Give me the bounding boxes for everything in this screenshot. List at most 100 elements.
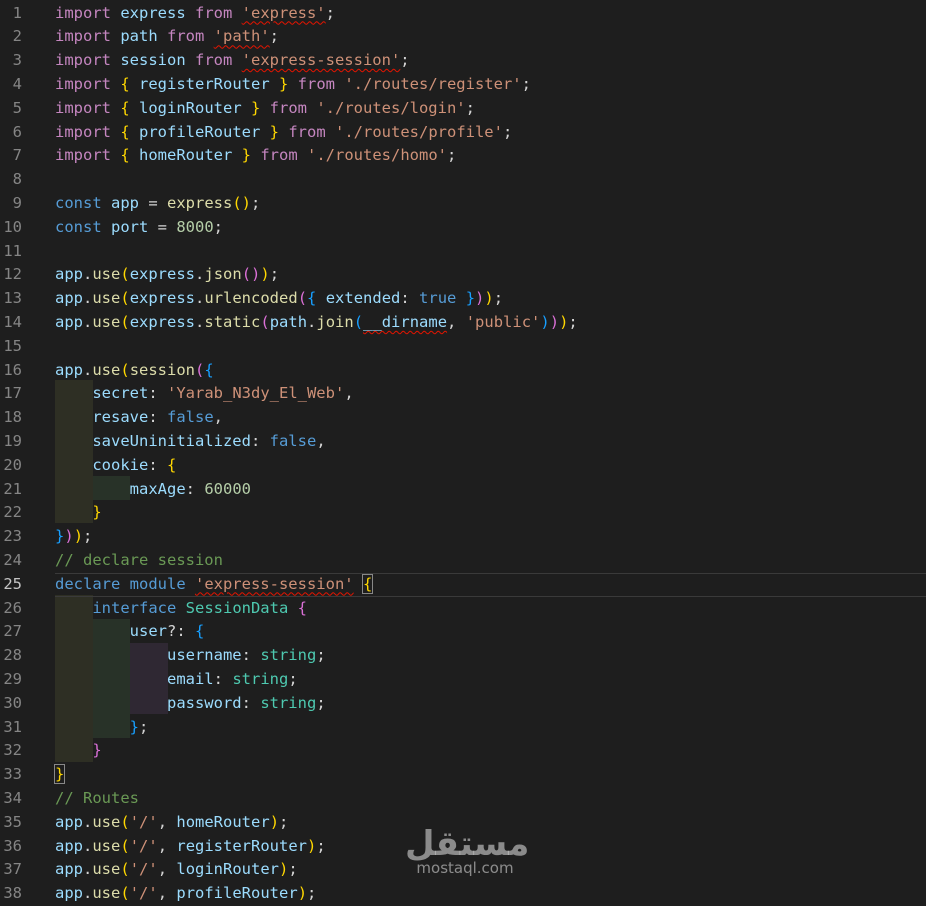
code-line[interactable]: 6 import { profileRouter } from './routes… <box>0 121 926 145</box>
code-line[interactable]: 5 import { loginRouter } from './routes/l… <box>0 97 926 121</box>
code-line[interactable]: 30 password: string; <box>0 692 926 716</box>
code-text: import { homeRouter } from './routes/hom… <box>55 144 456 168</box>
code-line[interactable]: 9 const app = express(); <box>0 192 926 216</box>
code-text: app.use('/', homeRouter); <box>55 811 288 835</box>
code-line[interactable]: 18 resave: false, <box>0 406 926 430</box>
code-token: 'Yarab_N3dy_El_Web' <box>167 384 345 403</box>
code-line[interactable]: 19 saveUninitialized: false, <box>0 430 926 454</box>
code-token: urlencoded <box>204 289 298 308</box>
code-line[interactable]: 24 // declare session <box>0 549 926 573</box>
line-number: 12 <box>3 265 22 284</box>
code-line[interactable]: 13 app.use(express.urlencoded({ extended:… <box>0 287 926 311</box>
code-token: () <box>232 193 251 212</box>
code-token: } <box>250 98 270 117</box>
code-line[interactable]: 25 declare module 'express-session' { <box>0 573 926 597</box>
code-token: ( <box>120 884 130 903</box>
code-line[interactable]: 34 // Routes <box>0 787 926 811</box>
code-line[interactable]: 27 user?: { <box>0 620 926 644</box>
line-number: 26 <box>3 598 22 617</box>
code-line[interactable]: 14 app.use(express.static(path.join(__dir… <box>0 311 926 335</box>
code-token: } <box>129 717 139 736</box>
code-token: maxAge <box>129 479 186 498</box>
code-text: import path from 'path'; <box>55 25 279 49</box>
code-token: , <box>157 836 177 855</box>
code-token: const <box>55 217 111 236</box>
code-token: ) <box>297 884 308 903</box>
code-token: } <box>465 289 476 308</box>
code-line[interactable]: 32 } <box>0 739 926 763</box>
code-line[interactable]: 11 <box>0 240 926 264</box>
code-line[interactable]: 1 import express from 'express'; <box>0 2 926 26</box>
code-line[interactable]: 22 } <box>0 501 926 525</box>
code-token: { <box>194 622 205 641</box>
line-number: 27 <box>3 622 22 641</box>
line-number: 18 <box>3 408 22 427</box>
code-token: string <box>232 669 289 688</box>
code-line[interactable]: 23})); <box>0 525 926 549</box>
code-line[interactable]: 10 const port = 8000; <box>0 216 926 240</box>
code-token: ; <box>316 646 326 665</box>
code-line[interactable]: 3 import session from 'express-session'; <box>0 49 926 73</box>
code-token: express <box>129 289 196 308</box>
code-token: ; <box>307 884 317 903</box>
code-token: : <box>400 289 420 308</box>
code-token: './routes/login' <box>316 98 466 117</box>
line-number: 20 <box>3 455 22 474</box>
code-token: extended <box>325 289 401 308</box>
code-line[interactable]: 16 app.use(session({ <box>0 359 926 383</box>
line-number: 24 <box>3 550 22 569</box>
code-line[interactable]: 8 <box>0 168 926 192</box>
code-token: email <box>166 669 214 688</box>
code-text: app.use(express.urlencoded({ extended: t… <box>55 287 503 311</box>
code-text: declare module 'express-session' { <box>55 573 374 597</box>
code-token: ; <box>502 122 513 141</box>
code-token: = <box>157 217 177 236</box>
code-token: import <box>55 98 121 117</box>
code-line[interactable]: 28 username: string; <box>0 644 926 668</box>
code-text: email: string; <box>55 668 298 692</box>
line-number: 25 <box>3 574 22 593</box>
code-line[interactable]: 21 maxAge: 60000 <box>0 478 926 502</box>
mostaql-watermark: مستقل mostaql.com <box>405 825 529 877</box>
code-line[interactable]: 7 import { homeRouter } from './routes/ho… <box>0 144 926 168</box>
line-number: 37 <box>3 860 22 879</box>
code-token: declare <box>55 574 130 593</box>
code-token: 'express' <box>241 3 326 22</box>
code-line[interactable]: 12 app.use(express.json()); <box>0 263 926 287</box>
line-number: 11 <box>3 241 22 260</box>
code-token: import <box>55 122 121 141</box>
code-line[interactable]: 4 import { registerRouter } from './route… <box>0 73 926 97</box>
code-line[interactable]: 26 interface SessionData { <box>0 597 926 621</box>
code-token: { <box>120 74 139 93</box>
code-text: app.use('/', loginRouter); <box>55 858 298 882</box>
line-number: 2 <box>12 27 22 46</box>
code-token: } <box>278 74 298 93</box>
code-line[interactable]: 29 email: string; <box>0 668 926 692</box>
code-editor[interactable]: 1 import express from 'express'; 2 import p… <box>0 0 926 902</box>
code-text: const port = 8000; <box>55 216 223 240</box>
code-token: ( <box>120 265 130 284</box>
line-number: 16 <box>3 360 22 379</box>
code-line[interactable]: 31 }; <box>0 716 926 740</box>
code-line[interactable]: 15 <box>0 335 926 359</box>
code-line[interactable]: 2 import path from 'path'; <box>0 25 926 49</box>
code-token: from <box>269 98 317 117</box>
line-number: 28 <box>3 646 22 665</box>
code-line[interactable]: 20 cookie: { <box>0 454 926 478</box>
code-token: secret <box>92 384 149 403</box>
code-text: } <box>53 763 66 787</box>
code-token: use <box>92 312 121 331</box>
code-line[interactable]: 38 app.use('/', profileRouter); <box>0 882 926 906</box>
code-text: } <box>55 501 101 525</box>
code-token: homeRouter <box>139 146 242 165</box>
code-token: ; <box>288 860 298 879</box>
code-text: app.use(express.static(path.join(__dirna… <box>55 311 578 335</box>
code-line[interactable]: 17 secret: 'Yarab_N3dy_El_Web', <box>0 382 926 406</box>
code-token: 'path' <box>213 27 270 46</box>
code-token: ; <box>269 265 280 284</box>
code-line[interactable]: 33} <box>0 763 926 787</box>
code-text: import session from 'express-session'; <box>55 49 410 73</box>
